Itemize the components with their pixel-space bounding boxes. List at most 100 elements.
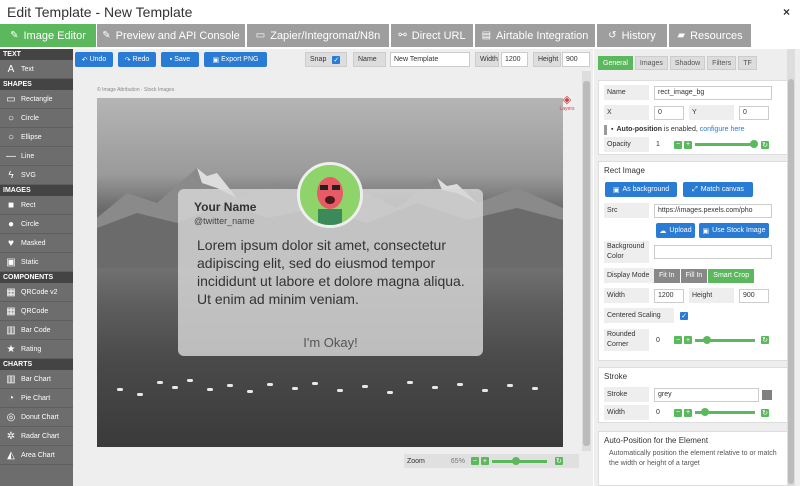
rect-image-panel: Rect Image ▣ As background ⤢ Match canvas … [598,161,788,361]
sidebar-item-qrcode[interactable]: ▦ QRCode [0,302,73,321]
bg-color-input[interactable] [654,245,772,259]
tab-airtable[interactable]: ▤ Airtable Integration [475,24,595,47]
sidebar-item-circle[interactable]: ○ Circle [0,109,73,128]
save-icon: ▪ [169,56,173,63]
position-row: X 0 Y 0 [604,105,784,120]
opacity-reset-icon[interactable]: ↻ [761,140,769,149]
close-icon[interactable]: × [783,5,790,19]
stroke-plus-button[interactable]: + [684,408,692,417]
opacity-slider[interactable] [695,140,758,148]
stroke-color-input[interactable]: grey [654,387,759,402]
sidebar-item-area-chart[interactable]: ◭ Area Chart [0,446,73,465]
sidebar-item-line[interactable]: — Line [0,147,73,166]
button-label: Export PNG [221,56,259,63]
zoom-reset-icon[interactable]: ↻ [554,457,563,465]
stroke-color-swatch[interactable] [762,389,772,400]
sidebar-item-svg[interactable]: ϟ SVG [0,166,73,185]
opacity-minus-button[interactable]: − [674,140,682,149]
tab-resources[interactable]: ▰ Resources [669,24,751,47]
svg-icon: ϟ [8,169,14,181]
zoom-slider[interactable] [491,456,547,465]
tab-images[interactable]: Images [634,56,668,70]
sidebar-item-barcode[interactable]: ▥ Bar Code [0,321,73,340]
scrollbar-thumb[interactable] [583,81,590,446]
rounded-slider-knob[interactable] [703,335,711,344]
tab-filters[interactable]: Filters [707,56,737,70]
canvas-scrollbar[interactable] [582,71,591,451]
stroke-minus-button[interactable]: − [674,408,682,417]
tab-preview-api[interactable]: ✎ Preview and API Console [97,24,245,47]
section-images: IMAGES [0,185,73,196]
sidebar-item-masked[interactable]: ♥ Masked [0,234,73,253]
sidebar-item-rating[interactable]: ★ Rating [0,340,73,359]
tab-zapier[interactable]: ▭ Zapier/Integromat/N8n [247,24,389,47]
stroke-width-slider[interactable] [695,408,755,416]
export-png-button[interactable]: ▣ Export PNG [204,52,267,67]
opacity-slider-knob[interactable] [750,140,758,148]
layers-label: Layers [559,106,575,112]
tab-direct-url[interactable]: ⚯ Direct URL [391,24,473,47]
zoom-slider-knob[interactable] [511,456,520,465]
layers-button[interactable]: ◈ Layers [555,93,579,112]
image-width-input[interactable]: 1200 [654,288,684,303]
panel-scrollbar[interactable] [787,49,795,486]
tab-shadow[interactable]: Shadow [669,56,706,70]
snap-toggle[interactable]: Snap ✓ [305,52,347,67]
sidebar-item-static[interactable]: ▣ Static [0,253,73,272]
autopos-prefix: Auto-position [616,126,662,133]
stroke-reset-icon[interactable]: ↻ [761,408,769,417]
canvas-height-input[interactable]: 900 [562,52,590,67]
save-button[interactable]: ▪ Save [161,52,199,67]
sidebar-item-circle-image[interactable]: ● Circle [0,215,73,234]
sidebar-item-text[interactable]: A Text [0,60,73,79]
undo-button[interactable]: ↶ Undo [75,52,113,67]
sidebar-item-rectangle[interactable]: ▭ Rectangle [0,90,73,109]
match-canvas-button[interactable]: ⤢ Match canvas [683,182,753,197]
image-height-input[interactable]: 900 [739,288,769,303]
zoom-value: 65% [450,457,465,465]
avatar[interactable] [297,162,363,228]
centered-scaling-checkbox[interactable]: ✓ [680,311,688,320]
stock-image-button[interactable]: ▣ Use Stock Image [699,223,769,238]
tab-history[interactable]: ↺ History [597,24,667,47]
redo-button[interactable]: ↷ Redo [118,52,156,67]
image-editor-icon: ✎ [10,30,19,41]
button-label: As background [622,186,670,193]
snap-checkbox[interactable]: ✓ [332,55,341,64]
fit-in-option[interactable]: Fit In [654,268,680,283]
rounded-slider[interactable] [695,335,755,344]
sidebar-item-ellipse[interactable]: ○ Ellipse [0,128,73,147]
tab-label: Zapier/Integromat/N8n [270,29,381,42]
sidebar-item-pie-chart[interactable]: ◔ Pie Chart [0,389,73,408]
sidebar-item-radar-chart[interactable]: ✲ Radar Chart [0,427,73,446]
sidebar-item-donut-chart[interactable]: ◎ Donut Chart [0,408,73,427]
zoom-in-button[interactable]: + [480,457,489,465]
qrcode-icon: ▦ [6,286,16,298]
as-background-button[interactable]: ▣ As background [605,182,677,197]
sidebar-item-rect[interactable]: ■ Rect [0,196,73,215]
sidebar-item-bar-chart[interactable]: ▥ Bar Chart [0,370,73,389]
zoom-out-button[interactable]: − [470,457,479,465]
rounded-reset-icon[interactable]: ↻ [761,336,769,344]
sidebar-item-qrcode-v2[interactable]: ▦ QRCode v2 [0,283,73,302]
rounded-plus-button[interactable]: + [684,336,692,344]
src-input[interactable]: https://images.pexels.com/pho [654,203,772,218]
template-name-input[interactable]: New Template [390,52,470,67]
element-name-input[interactable]: rect_image_bg [654,85,772,100]
opacity-plus-button[interactable]: + [684,140,692,149]
width-label: Width [475,52,499,67]
fill-in-option[interactable]: Fill In [680,268,708,283]
panel-scrollbar-thumb[interactable] [788,79,794,484]
stroke-slider-knob[interactable] [701,408,709,416]
canvas-width-input[interactable]: 1200 [501,52,528,67]
template-canvas[interactable]: Your Name @twitter_name Lorem ipsum dolo… [97,98,563,447]
y-input[interactable]: 0 [739,105,769,120]
smart-crop-option[interactable]: Smart Crop [708,268,755,283]
upload-button[interactable]: ☁ Upload [656,223,695,238]
tab-image-editor[interactable]: ✎ Image Editor [0,24,96,47]
x-input[interactable]: 0 [654,105,684,120]
rounded-minus-button[interactable]: − [674,336,682,344]
configure-link[interactable]: configure here [700,126,745,133]
tab-general[interactable]: General [598,56,633,70]
tab-tf[interactable]: TF [738,56,757,70]
